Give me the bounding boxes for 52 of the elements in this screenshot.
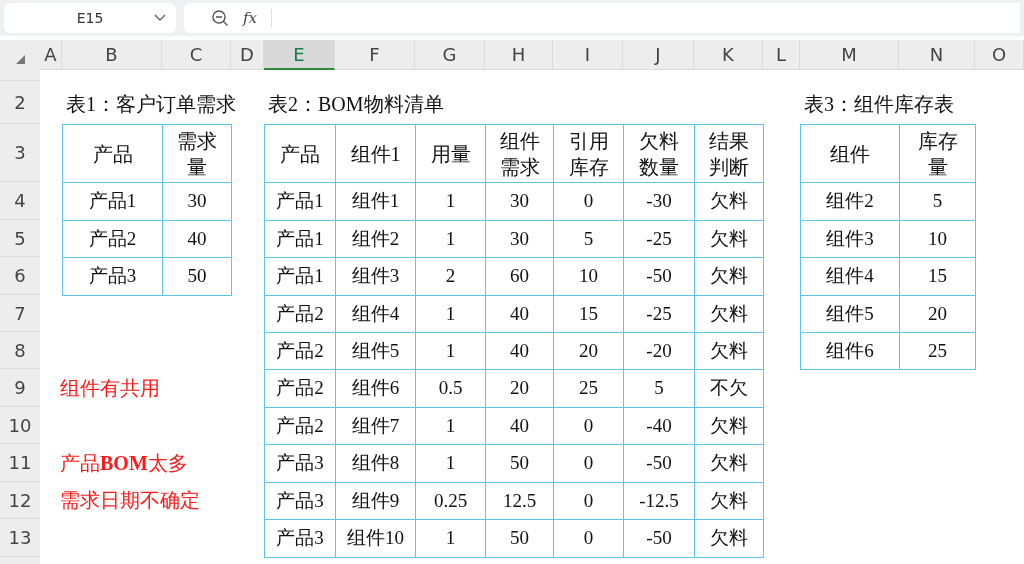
triangle-icon [15, 55, 25, 64]
column-header[interactable]: O [975, 40, 1024, 70]
formula-bar[interactable]: fx [184, 3, 1020, 33]
column-header[interactable]: K [694, 40, 763, 70]
column-header[interactable]: G [415, 40, 485, 70]
row-header[interactable]: 3 [0, 124, 40, 182]
row-header[interactable]: 12 [0, 482, 40, 519]
table-title: 表2：BOM物料清单 [267, 92, 445, 117]
function-button[interactable]: fx [243, 9, 257, 27]
column-header[interactable]: M [800, 40, 899, 70]
row-header[interactable]: 5 [0, 220, 40, 257]
header-cell: 产品 [62, 124, 163, 183]
table-title: 表3：组件库存表 [803, 92, 955, 117]
row-header[interactable]: 9 [0, 369, 40, 407]
column-header[interactable]: L [763, 40, 800, 70]
header-cell: 需求量 [162, 124, 232, 183]
column-header[interactable]: I [553, 40, 623, 70]
table-cell: 产品3 [62, 257, 163, 296]
note-text: 组件有共用 [59, 375, 161, 401]
column-header[interactable]: E [264, 40, 335, 70]
table-cell: 产品3 [264, 519, 336, 558]
row-header[interactable]: 11 [0, 444, 40, 482]
row-header[interactable]: 13 [0, 519, 40, 557]
header-cell: 结果判断 [694, 124, 764, 183]
note-text: 需求日期不确定 [59, 488, 201, 513]
header-cell: 组件 [800, 124, 900, 183]
caret-icon [154, 14, 166, 22]
row-header[interactable]: 4 [0, 182, 40, 220]
table-cell: 组件6 [800, 332, 900, 370]
row-header[interactable]: 2 [0, 81, 40, 124]
header-cell: 产品 [264, 124, 336, 183]
note-text: 产品BOM太多 [59, 450, 189, 476]
column-header[interactable]: F [335, 40, 415, 70]
table-cell: 欠料 [694, 519, 764, 558]
zoom-icon[interactable] [212, 9, 229, 27]
column-header[interactable]: B [62, 40, 162, 70]
row-header[interactable]: 8 [0, 332, 40, 369]
table-cell: 25 [899, 332, 976, 370]
column-header[interactable]: J [623, 40, 694, 70]
row-header[interactable]: 7 [0, 295, 40, 332]
cell-reference: E15 [76, 10, 104, 26]
column-header[interactable]: N [899, 40, 975, 70]
table-cell: 50 [162, 257, 232, 296]
row-header[interactable]: 6 [0, 257, 40, 295]
header-cell: 库存量 [899, 124, 976, 183]
table-title: 表1：客户订单需求 [65, 92, 237, 117]
column-header[interactable]: D [231, 40, 264, 70]
column-header[interactable]: C [162, 40, 231, 70]
column-header[interactable]: A [40, 40, 62, 70]
name-box[interactable]: E15 [4, 3, 176, 33]
column-header[interactable]: H [485, 40, 553, 70]
row-header[interactable]: 10 [0, 407, 40, 444]
